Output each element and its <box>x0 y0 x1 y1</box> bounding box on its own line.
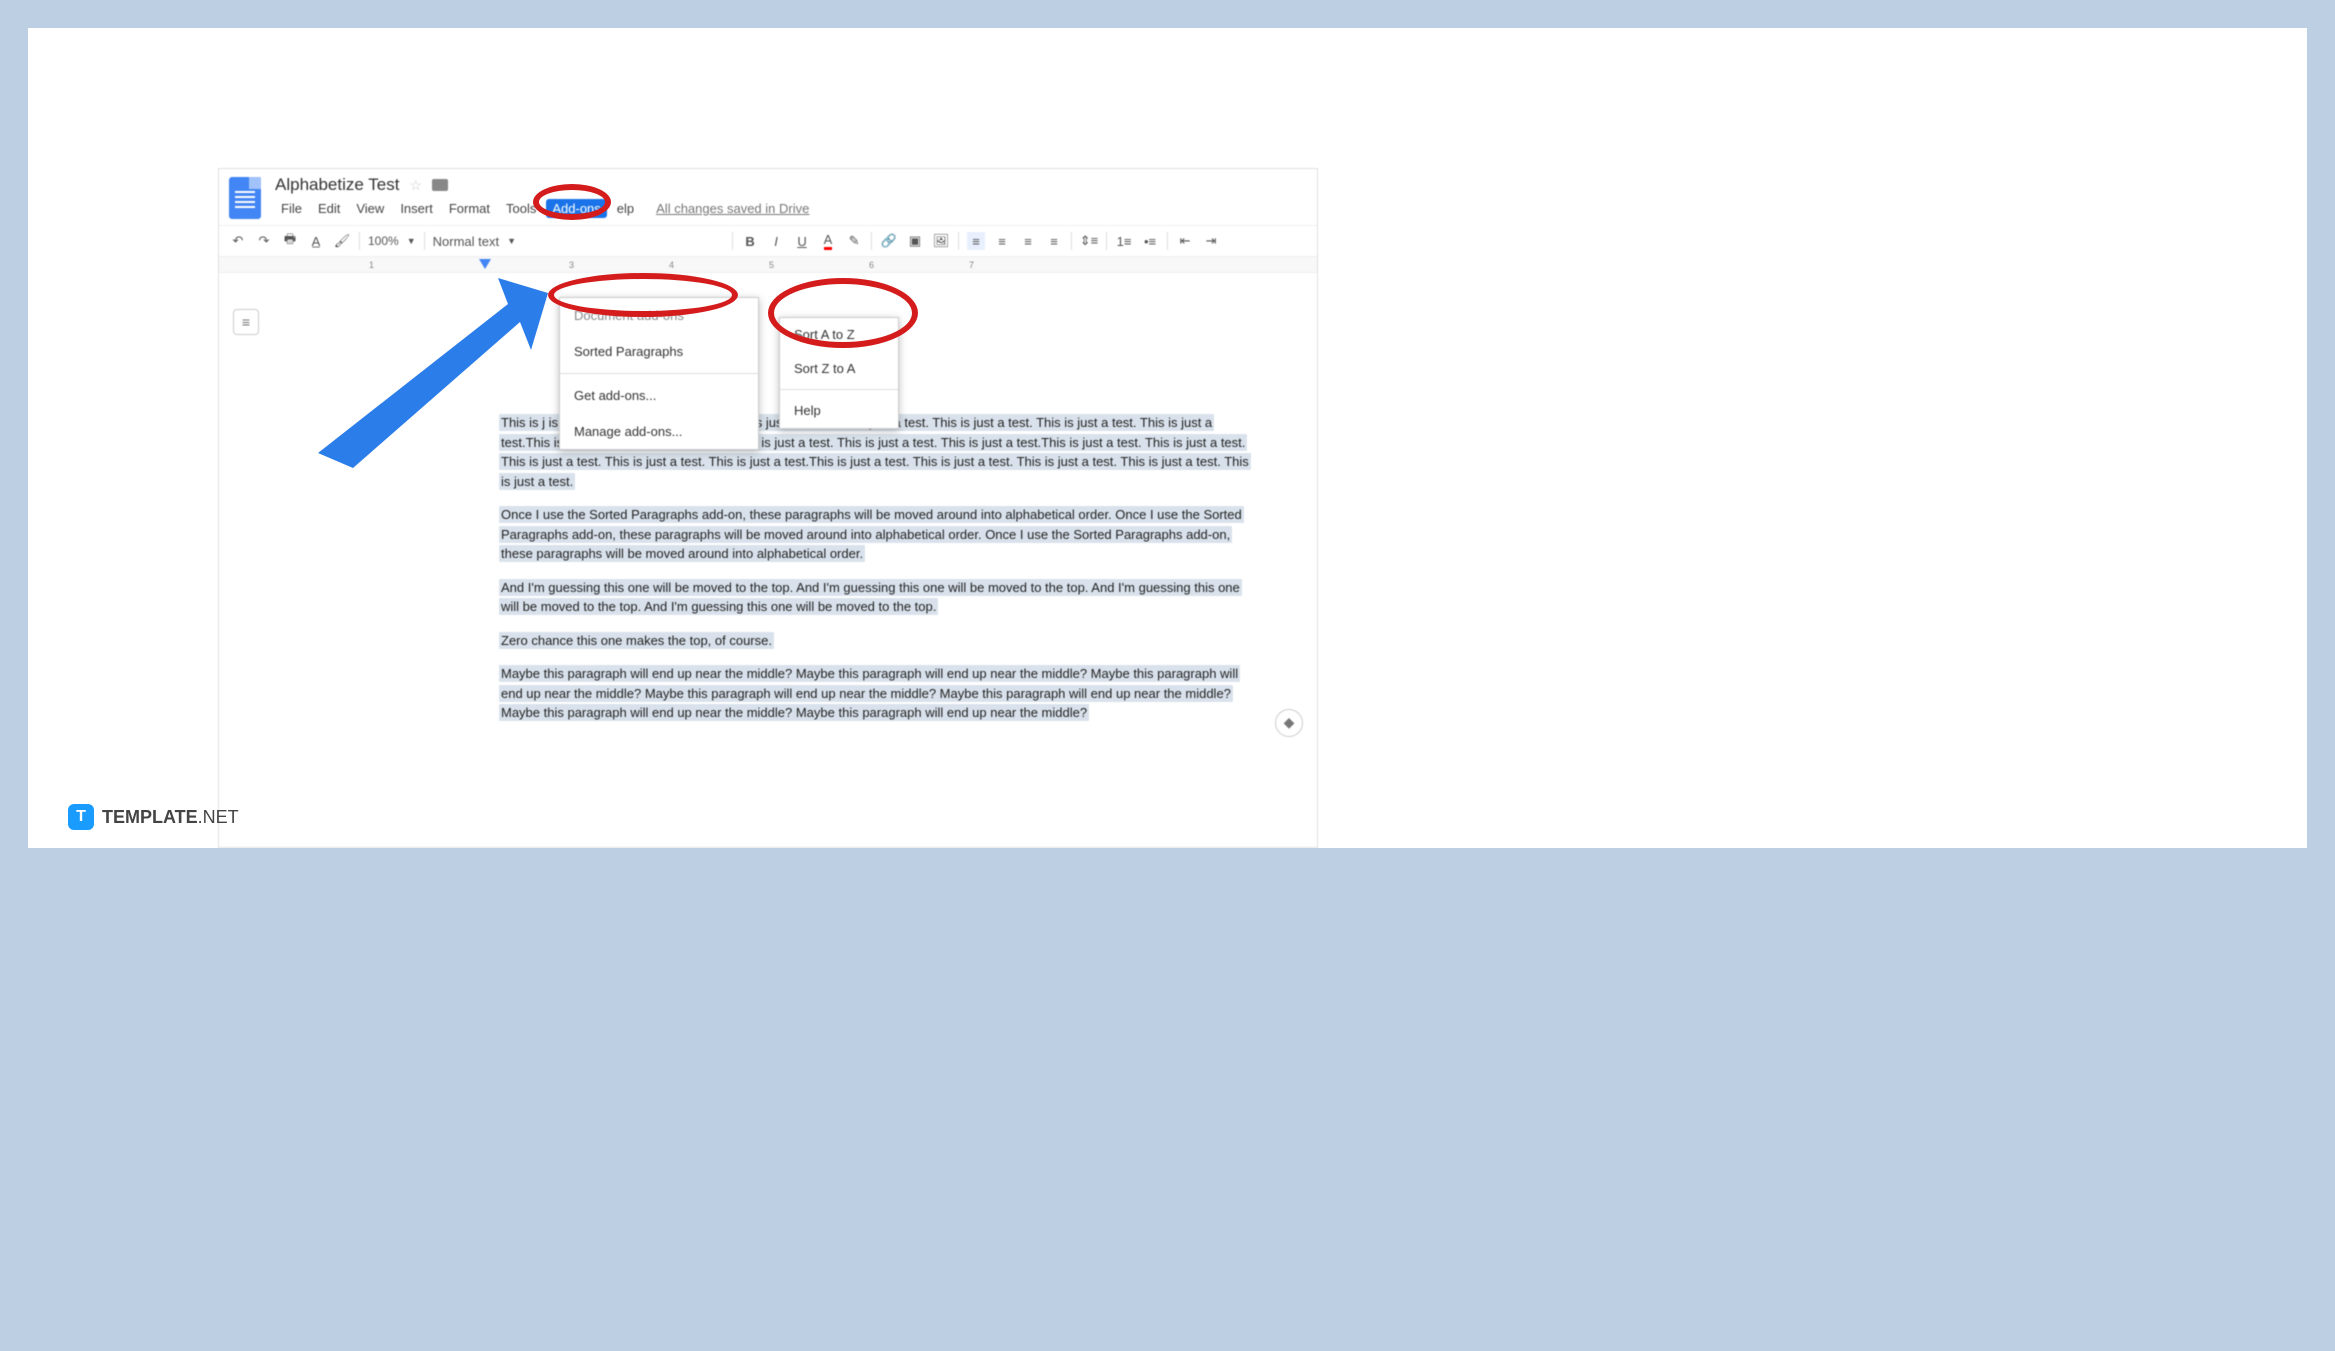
sort-submenu: Sort A to Z Sort Z to A Help <box>779 317 899 429</box>
explore-icon[interactable]: ◆ <box>1275 709 1303 737</box>
line-spacing-icon[interactable]: ⇕≡ <box>1080 232 1098 250</box>
zoom-select[interactable]: 100% <box>368 234 399 248</box>
ruler-tick: 7 <box>969 260 1069 270</box>
menu-help[interactable]: elp <box>611 199 640 218</box>
addons-dropdown: Document add-ons Sorted Paragraphs Get a… <box>559 297 759 450</box>
paragraph[interactable]: Zero chance this one makes the top, of c… <box>499 632 774 649</box>
indent-decrease-icon[interactable]: ⇤ <box>1176 232 1194 250</box>
menu-addons[interactable]: Add-ons <box>546 199 606 218</box>
spellcheck-icon[interactable]: A̲ <box>307 232 325 250</box>
ruler-tick: 3 <box>569 260 669 270</box>
align-center-icon[interactable]: ≡ <box>993 232 1011 250</box>
print-icon[interactable]: 🖶 <box>281 232 299 250</box>
comment-icon[interactable]: ▣ <box>906 232 924 250</box>
ruler-tick: 6 <box>869 260 969 270</box>
paragraph[interactable]: Maybe this paragraph will end up near th… <box>499 665 1240 721</box>
menu-get-addons[interactable]: Get add-ons... <box>560 378 758 414</box>
menu-edit[interactable]: Edit <box>312 199 346 218</box>
menu-tools[interactable]: Tools <box>500 199 542 218</box>
redo-icon[interactable]: ↷ <box>255 232 273 250</box>
undo-icon[interactable]: ↶ <box>229 232 247 250</box>
menu-sorted-paragraphs[interactable]: Sorted Paragraphs <box>560 334 758 370</box>
menu-manage-addons[interactable]: Manage add-ons... <box>560 414 758 450</box>
paragraph[interactable]: And I'm guessing this one will be moved … <box>499 579 1242 616</box>
bulleted-list-icon[interactable]: •≡ <box>1141 232 1159 250</box>
align-justify-icon[interactable]: ≡ <box>1045 232 1063 250</box>
watermark-brand: TEMPLATE <box>102 807 198 827</box>
paint-format-icon[interactable]: 🖌 <box>333 232 351 250</box>
menu-file[interactable]: File <box>275 199 308 218</box>
numbered-list-icon[interactable]: 1≡ <box>1115 232 1133 250</box>
paragraph[interactable]: Once I use the Sorted Paragraphs add-on,… <box>499 506 1244 562</box>
toolbar: ↶ ↷ 🖶 A̲ 🖌 100%▼ Normal text▼ B I U A ✎ … <box>219 226 1317 257</box>
doc-header: Alphabetize Test ☆ File Edit View Insert… <box>219 169 1317 226</box>
highlight-icon[interactable]: ✎ <box>845 232 863 250</box>
folder-icon[interactable] <box>432 179 448 191</box>
dropdown-header: Document add-ons <box>560 298 758 334</box>
style-select[interactable]: Normal text <box>433 234 499 249</box>
outline-toggle-icon[interactable]: ≡ <box>233 309 259 335</box>
underline-icon[interactable]: U <box>793 232 811 250</box>
menu-insert[interactable]: Insert <box>394 199 439 218</box>
link-icon[interactable]: 🔗 <box>880 232 898 250</box>
save-status[interactable]: All changes saved in Drive <box>650 199 815 218</box>
menu-format[interactable]: Format <box>443 199 496 218</box>
image-icon[interactable]: 🖼 <box>932 232 950 250</box>
menu-sort-az[interactable]: Sort A to Z <box>780 318 898 352</box>
star-icon[interactable]: ☆ <box>409 177 422 194</box>
page-frame: Alphabetize Test ☆ File Edit View Insert… <box>28 28 2307 848</box>
ruler-tick: 5 <box>769 260 869 270</box>
annotation-arrow-icon <box>298 258 568 468</box>
watermark-logo-icon: T <box>68 804 94 830</box>
menu-sort-za[interactable]: Sort Z to A <box>780 352 898 386</box>
menu-sort-help[interactable]: Help <box>780 394 898 428</box>
align-right-icon[interactable]: ≡ <box>1019 232 1037 250</box>
watermark: T TEMPLATE.NET <box>68 804 239 830</box>
indent-increase-icon[interactable]: ⇥ <box>1202 232 1220 250</box>
docs-logo-icon[interactable] <box>229 177 261 219</box>
italic-icon[interactable]: I <box>767 232 785 250</box>
menu-bar: File Edit View Insert Format Tools Add-o… <box>275 199 815 218</box>
watermark-suffix: .NET <box>198 807 239 827</box>
bold-icon[interactable]: B <box>741 232 759 250</box>
menu-view[interactable]: View <box>350 199 390 218</box>
text-color-icon[interactable]: A <box>819 232 837 250</box>
align-left-icon[interactable]: ≡ <box>967 232 985 250</box>
document-title[interactable]: Alphabetize Test <box>275 175 399 195</box>
ruler-tick: 4 <box>669 260 769 270</box>
